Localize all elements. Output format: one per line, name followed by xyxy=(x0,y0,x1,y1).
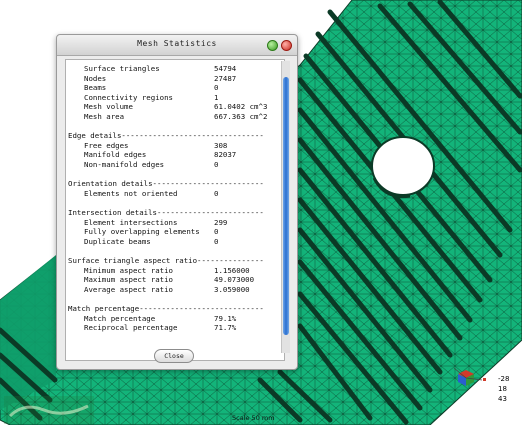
stat-label: Mesh area xyxy=(84,112,125,121)
stat-row: Non-manifold edges 0 xyxy=(66,160,284,170)
stat-value: 54794 xyxy=(214,64,237,73)
coord-x: -28 xyxy=(498,375,510,383)
stat-value: 1.156000 xyxy=(214,265,250,275)
stat-value: 61.0402 cm^3 xyxy=(214,102,268,112)
scale-label: Scale 50 mm xyxy=(232,414,275,422)
xyz-axis-triad-icon xyxy=(453,367,486,386)
section-header xyxy=(66,170,284,180)
stat-row: Mesh area 667.363 cm^2 xyxy=(66,112,284,122)
minimize-icon[interactable] xyxy=(267,40,278,51)
section-header: Intersection details--------------------… xyxy=(66,208,284,218)
stat-value: 27487 xyxy=(214,73,237,83)
stat-value: 79.1% xyxy=(214,313,237,323)
stat-label: Average aspect ratio xyxy=(84,284,173,294)
stat-label: Match percentage xyxy=(84,313,156,323)
stat-value: 1 xyxy=(214,92,219,102)
stat-label: Mesh volume xyxy=(84,102,133,112)
stat-value: 82037 xyxy=(214,150,237,160)
section-header: Edge details----------------------------… xyxy=(66,131,284,141)
stat-label: Fully overlapping elements xyxy=(84,227,200,237)
close-icon[interactable] xyxy=(281,40,292,51)
stat-row: Minimum aspect ratio 1.156000 xyxy=(66,266,284,276)
stat-row: Average aspect ratio 3.059000 xyxy=(66,285,284,295)
coordinate-readout: -28 18 43 xyxy=(498,374,522,404)
stat-label: Beams xyxy=(84,83,107,93)
stat-label: Element intersections xyxy=(84,217,178,227)
stat-label: Maximum aspect ratio xyxy=(84,275,173,285)
stat-value: 299 xyxy=(214,217,228,227)
stat-row: Reciprocal percentage 71.7% xyxy=(66,323,284,333)
stat-value: 667.363 cm^2 xyxy=(214,112,268,121)
logo-watermark xyxy=(4,396,94,424)
stat-value: 0 xyxy=(214,236,219,246)
section-header-text: Intersection details--------------------… xyxy=(68,208,264,217)
section-header-text: Match percentage------------------------… xyxy=(68,304,264,313)
stat-value: 0 xyxy=(214,188,219,198)
section-header xyxy=(66,198,284,208)
coord-y: 18 xyxy=(498,385,507,393)
section-header: Surface triangle aspect ratio-----------… xyxy=(66,256,284,266)
stat-row: Maximum aspect ratio 49.073000 xyxy=(66,275,284,285)
section-header: Orientation details---------------------… xyxy=(66,179,284,189)
stat-row: Mesh volume 61.0402 cm^3 xyxy=(66,102,284,112)
stat-label: Free edges xyxy=(84,140,129,150)
stat-row: Surface triangles 54794 xyxy=(66,64,284,74)
vertical-scrollbar[interactable] xyxy=(281,61,290,353)
stat-label: Elements not oriented xyxy=(84,188,178,198)
stat-label: Manifold edges xyxy=(84,150,147,160)
section-header-text: Orientation details---------------------… xyxy=(68,179,264,189)
stat-value: 3.059000 xyxy=(214,284,250,294)
stat-row: Elements not oriented 0 xyxy=(66,189,284,199)
stat-row: Duplicate beams 0 xyxy=(66,237,284,247)
section-header xyxy=(66,294,284,304)
close-button[interactable]: Close xyxy=(154,349,194,363)
stat-label: Duplicate beams xyxy=(84,236,151,246)
stat-row: Beams 0 xyxy=(66,83,284,93)
mesh-statistics-dialog[interactable]: Mesh Statistics Surface triangles 54794 No… xyxy=(56,34,298,370)
stat-row: Nodes 27487 xyxy=(66,74,284,84)
dialog-titlebar[interactable]: Mesh Statistics xyxy=(57,35,297,56)
stat-label: Connectivity regions xyxy=(84,92,173,102)
stat-value: 0 xyxy=(214,160,219,169)
section-header-text: Surface triangle aspect ratio-----------… xyxy=(68,256,264,265)
stat-value: 308 xyxy=(214,140,228,150)
section-header-text: Edge details----------------------------… xyxy=(68,131,264,141)
stat-value: 0 xyxy=(214,227,219,237)
stat-value: 0 xyxy=(214,83,219,93)
scrollbar-thumb[interactable] xyxy=(283,77,289,335)
stat-row: Connectivity regions 1 xyxy=(66,93,284,103)
stat-row: Fully overlapping elements 0 xyxy=(66,227,284,237)
stat-row: Match percentage 79.1% xyxy=(66,314,284,324)
stat-label: Surface triangles xyxy=(84,64,160,73)
stat-value: 71.7% xyxy=(214,323,237,333)
section-header xyxy=(66,122,284,132)
section-header: Match percentage------------------------… xyxy=(66,304,284,314)
stat-label: Minimum aspect ratio xyxy=(84,265,173,275)
stat-value: 49.073000 xyxy=(214,275,255,285)
stat-label: Reciprocal percentage xyxy=(84,323,178,333)
coord-z: 43 xyxy=(498,395,507,403)
stat-label: Non-manifold edges xyxy=(84,160,165,169)
stat-row: Element intersections 299 xyxy=(66,218,284,228)
dialog-title: Mesh Statistics xyxy=(137,39,217,48)
stat-label: Nodes xyxy=(84,73,107,83)
section-header xyxy=(66,246,284,256)
stat-row: Manifold edges 82037 xyxy=(66,150,284,160)
stat-row: Free edges 308 xyxy=(66,141,284,151)
statistics-text: Surface triangles 54794 Nodes 27487 Beams 0 Co… xyxy=(65,59,285,361)
